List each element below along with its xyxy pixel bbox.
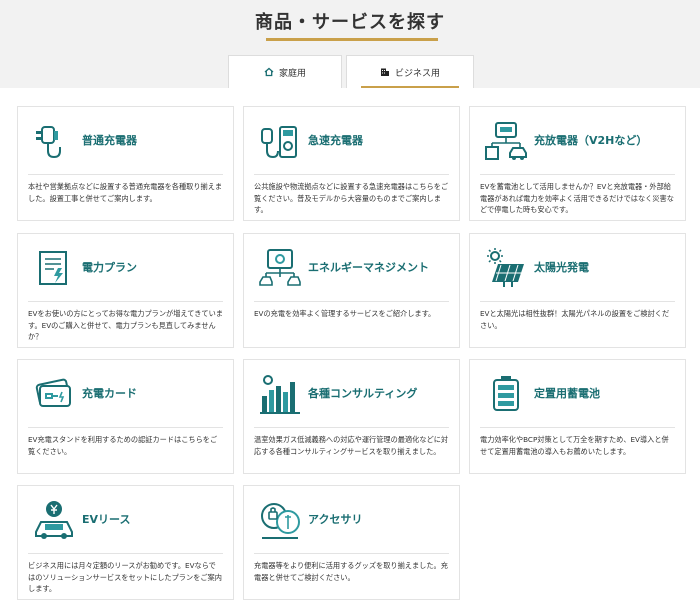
card-title: エネルギーマネジメント [308,261,429,274]
battery-icon [493,376,519,411]
card-consulting[interactable]: 各種コンサルティング 温室効果ガス低減義務への対応や運行管理の最適化などに対応す… [243,359,460,474]
card-description: 充電器等をより便利に活用するグッズを取り揃えました。充電器と併せてご検討ください… [254,561,448,582]
divider [28,174,223,175]
divider [254,301,449,302]
building-icon [380,68,389,76]
tab-home[interactable]: 家庭用 [228,55,342,88]
title-underline [266,38,438,41]
card-accessories[interactable]: アクセサリ 充電器等をより便利に活用するグッズを取り揃えました。充電器と併せてご… [243,485,460,600]
card-title: 定置用蓄電池 [534,387,600,400]
divider [28,301,223,302]
card-description: ビジネス用には月々定額のリースがお勧めです。EVならではのソリューションサービス… [28,561,222,593]
card-description: EVをお使いの方にとってお得な電力プランが増えてきています。EVのご購入と併せて… [28,309,223,341]
tab-home-label: 家庭用 [278,68,306,79]
card-v2h[interactable]: 充放電器（V2Hなど） EVを蓄電池として活用しませんか？EVと充放電器・外部給… [469,106,686,221]
ev-lease-icon [35,501,73,539]
card-normal-charger[interactable]: 普通充電器 本社や営業拠点などに設置する普通充電器を各種取り揃えました。設置工事… [17,106,234,221]
card-title: EVリース [82,513,131,526]
card-title: 普通充電器 [82,134,137,147]
card-storage-battery[interactable]: 定置用蓄電池 電力効率化やBCP対策として万全を期すため、EV導入と併せて定置用… [469,359,686,474]
page-title: 商品・サービスを探す [255,12,445,33]
divider [28,553,223,554]
solar-panel-icon [487,248,524,287]
card-title: 急速充電器 [308,134,363,147]
card-description: EVを蓄電池として活用しませんか？EVと充放電器・外部給電器があれば電力を効率よ… [480,182,674,214]
card-title: アクセサリ [308,513,363,526]
card-description: 本社や営業拠点などに設置する普通充電器を各種取り揃えました。設置工事と併せてご案… [28,182,223,203]
divider [254,174,449,175]
card-title: 電力プラン [82,261,137,274]
card-description: 温室効果ガス低減義務への対応や運行管理の最適化などに対応する各種コンサルティング… [254,435,449,456]
plug-icon [36,126,61,159]
card-description: 公共施設や物流拠点などに設置する急速充電器はこちらをご覧ください。普及モデルから… [254,182,449,214]
v2h-icon [485,122,527,160]
document-bolt-icon [39,251,67,285]
service-grid: 普通充電器 本社や営業拠点などに設置する普通充電器を各種取り揃えました。設置工事… [0,88,700,602]
divider [254,553,449,554]
card-title: 充放電器（V2Hなど） [534,134,648,147]
header: 商品・サービスを探す 家庭用 ビジネス用 [0,0,700,88]
divider [480,174,675,175]
card-title: 太陽光発電 [534,261,589,274]
accessories-icon [261,503,300,539]
card-description: EVと太陽光は相性抜群！太陽光パネルの設置をご検討ください。 [480,309,670,330]
divider [28,427,223,428]
card-fast-charger[interactable]: 急速充電器 公共施設や物流拠点などに設置する急速充電器はこちらをご覧ください。普… [243,106,460,221]
tab-business[interactable]: ビジネス用 [346,55,474,88]
card-description: 電力効率化やBCP対策として万全を期すため、EV導入と併せて定置用蓄電池の導入も… [480,435,669,456]
card-energy-management[interactable]: エネルギーマネジメント EVの充電を効率よく管理するサービスをご紹介します。 [243,233,460,348]
bar-chart-icon [260,375,300,414]
divider [254,427,449,428]
divider [480,427,675,428]
card-power-plan[interactable]: 電力プラン EVをお使いの方にとってお得な電力プランが増えてきています。EVのご… [17,233,234,348]
card-title: 充電カード [82,387,137,400]
divider [480,301,675,302]
energy-management-icon [259,249,301,286]
card-title: 各種コンサルティング [308,387,418,400]
house-icon [264,67,274,77]
tab-bar: 家庭用 ビジネス用 [228,55,474,88]
card-solar[interactable]: 太陽光発電 EVと太陽光は相性抜群！太陽光パネルの設置をご検討ください。 [469,233,686,348]
fast-charger-icon [261,126,297,159]
card-description: EV充電スタンドを利用するための認証カードはこちらをご覧ください。 [28,435,218,456]
card-description: EVの充電を効率よく管理するサービスをご紹介します。 [254,309,436,318]
card-ev-lease[interactable]: EVリース ビジネス用には月々定額のリースがお勧めです。EVならではのソリューシ… [17,485,234,600]
charging-card-icon [35,378,71,407]
card-charging-card[interactable]: 充電カード EV充電スタンドを利用するための認証カードはこちらをご覧ください。 [17,359,234,474]
tab-business-label: ビジネス用 [394,68,440,79]
